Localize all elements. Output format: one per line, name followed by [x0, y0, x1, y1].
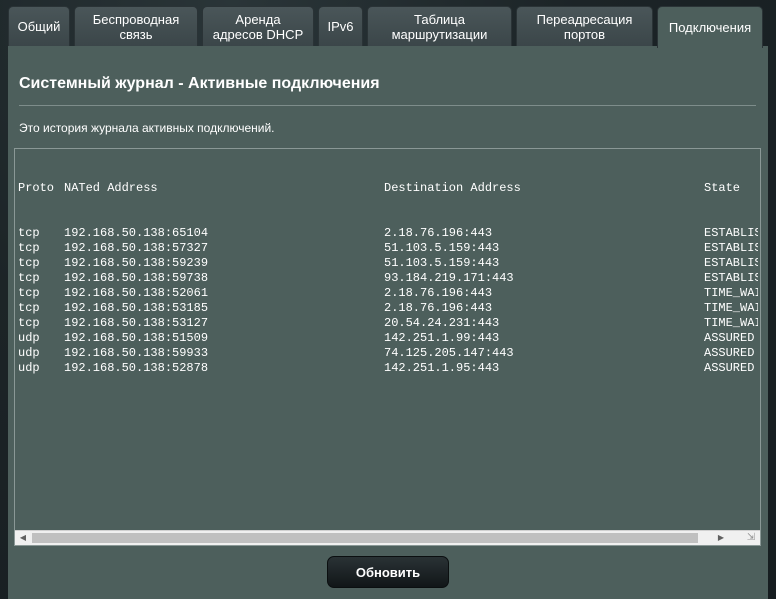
cell-proto: udp	[18, 346, 40, 360]
cell-proto: tcp	[18, 301, 40, 315]
cell-state: ESTABLISHED	[704, 241, 758, 255]
cell-nat-address: 192.168.50.138:52061	[64, 286, 209, 300]
log-row: tcp 192.168.50.138:53185 2.18.76.196:443 TI…	[18, 301, 758, 316]
tab-ipv6[interactable]: IPv6	[318, 6, 363, 46]
log-row: tcp 192.168.50.138:59239 51.103.5.159:443 E…	[18, 256, 758, 271]
log-row: tcp 192.168.50.138:53127 20.54.24.231:443 T…	[18, 316, 758, 331]
cell-proto: tcp	[18, 226, 40, 240]
cell-state: TIME_WAIT	[704, 286, 758, 300]
router-admin-window: Общий Беспроводная связь Аренда адресов …	[0, 0, 776, 599]
header-destination-address: Destination Address	[384, 181, 521, 195]
tab-routing-table[interactable]: Таблица маршрутизации	[367, 6, 512, 46]
cell-nat-address: 192.168.50.138:65104	[64, 226, 209, 240]
cell-state: ESTABLISHED	[704, 226, 758, 240]
title-divider	[19, 105, 756, 106]
log-header-row: Proto NATed Address Destination Address …	[18, 181, 740, 196]
tab-general[interactable]: Общий	[8, 6, 70, 46]
cell-nat-address: 192.168.50.138:59239	[64, 256, 209, 270]
cell-state: TIME_WAIT	[704, 301, 758, 315]
cell-destination-address: 2.18.76.196:443	[384, 286, 493, 300]
cell-destination-address: 2.18.76.196:443	[384, 226, 493, 240]
cell-state: ESTABLISHED	[704, 271, 758, 285]
cell-destination-address: 93.184.219.171:443	[384, 271, 514, 285]
cell-proto: tcp	[18, 271, 40, 285]
cell-state: ASSURED	[704, 361, 755, 375]
log-row: tcp 192.168.50.138:57327 51.103.5.159:443 E…	[18, 241, 758, 256]
chevron-right-icon[interactable]: ▶	[713, 531, 729, 545]
log-row: udp 192.168.50.138:59933 74.125.205.147:44…	[18, 346, 754, 361]
log-row: udp 192.168.50.138:52878 142.251.1.95:443 A…	[18, 361, 754, 376]
cell-destination-address: 20.54.24.231:443	[384, 316, 500, 330]
cell-destination-address: 51.103.5.159:443	[384, 256, 500, 270]
header-proto: Proto	[18, 181, 55, 195]
log-row: tcp 192.168.50.138:65104 2.18.76.196:443 ES…	[18, 226, 758, 241]
cell-proto: tcp	[18, 256, 40, 270]
cell-state: TIME_WAIT	[704, 316, 758, 330]
log-row: tcp 192.168.50.138:59738 93.184.219.171:44…	[18, 271, 758, 286]
chevron-left-icon[interactable]: ◀	[15, 531, 31, 545]
page-description: Это история журнала активных подключений…	[19, 121, 275, 135]
page-title: Системный журнал - Активные подключения	[19, 75, 380, 92]
cell-destination-address: 142.251.1.95:443	[384, 361, 500, 375]
cell-destination-address: 74.125.205.147:443	[384, 346, 514, 360]
cell-nat-address: 192.168.50.138:59933	[64, 346, 209, 360]
cell-proto: udp	[18, 361, 40, 375]
connections-log-content: Proto NATed Address Destination Address …	[18, 151, 758, 406]
tab-wireless[interactable]: Беспроводная связь	[74, 6, 198, 46]
cell-destination-address: 51.103.5.159:443	[384, 241, 500, 255]
cell-nat-address: 192.168.50.138:57327	[64, 241, 209, 255]
connections-log-textarea[interactable]: Proto NATed Address Destination Address …	[14, 148, 761, 546]
tab-port-forwarding[interactable]: Переадресация портов	[516, 6, 653, 46]
cell-nat-address: 192.168.50.138:51509	[64, 331, 209, 345]
cell-state: ASSURED	[704, 346, 755, 360]
cell-nat-address: 192.168.50.138:53127	[64, 316, 209, 330]
cell-proto: tcp	[18, 316, 40, 330]
cell-proto: udp	[18, 331, 40, 345]
log-row: udp 192.168.50.138:51509 142.251.1.99:443 A…	[18, 331, 754, 346]
content-panel: Системный журнал - Активные подключения …	[8, 46, 768, 599]
scrollbar-thumb[interactable]	[32, 533, 698, 543]
tab-dhcp-leases[interactable]: Аренда адресов DHCP	[202, 6, 314, 46]
header-state: State	[704, 181, 741, 195]
header-nat-address: NATed Address	[64, 181, 158, 195]
log-row: tcp 192.168.50.138:52061 2.18.76.196:443 TI…	[18, 286, 758, 301]
cell-destination-address: 142.251.1.99:443	[384, 331, 500, 345]
refresh-button[interactable]: Обновить	[327, 556, 449, 588]
log-rows: tcp 192.168.50.138:65104 2.18.76.196:443 ES…	[18, 226, 758, 376]
cell-nat-address: 192.168.50.138:52878	[64, 361, 209, 375]
cell-proto: tcp	[18, 241, 40, 255]
cell-state: ASSURED	[704, 331, 755, 345]
cell-nat-address: 192.168.50.138:59738	[64, 271, 209, 285]
horizontal-scrollbar[interactable]: ◀ ▶ ⇲	[15, 530, 760, 545]
cell-destination-address: 2.18.76.196:443	[384, 301, 493, 315]
cell-state: ESTABLISHED	[704, 256, 758, 270]
cell-proto: tcp	[18, 286, 40, 300]
cell-nat-address: 192.168.50.138:53185	[64, 301, 209, 315]
tab-connections[interactable]: Подключения	[657, 6, 763, 48]
resize-grip-icon[interactable]: ⇲	[744, 532, 758, 544]
